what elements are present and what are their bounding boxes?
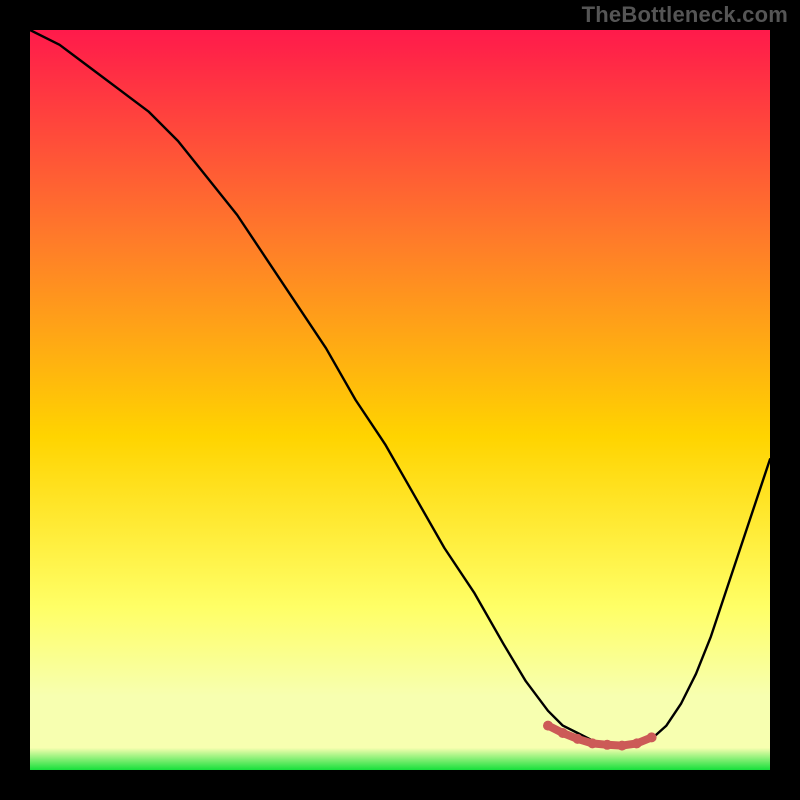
optimal-range-dot [573, 734, 583, 744]
optimal-range-dot [543, 721, 553, 731]
plot-area [30, 30, 770, 770]
chart-page: TheBottleneck.com [0, 0, 800, 800]
bottleneck-chart [30, 30, 770, 770]
watermark-text: TheBottleneck.com [582, 2, 788, 28]
optimal-range-dot [602, 740, 612, 750]
optimal-range-dot [558, 728, 568, 738]
optimal-range-dot [617, 741, 627, 751]
optimal-range-dot [647, 732, 657, 742]
optimal-range-dot [632, 738, 642, 748]
optimal-range-dot [587, 738, 597, 748]
gradient-background [30, 30, 770, 770]
